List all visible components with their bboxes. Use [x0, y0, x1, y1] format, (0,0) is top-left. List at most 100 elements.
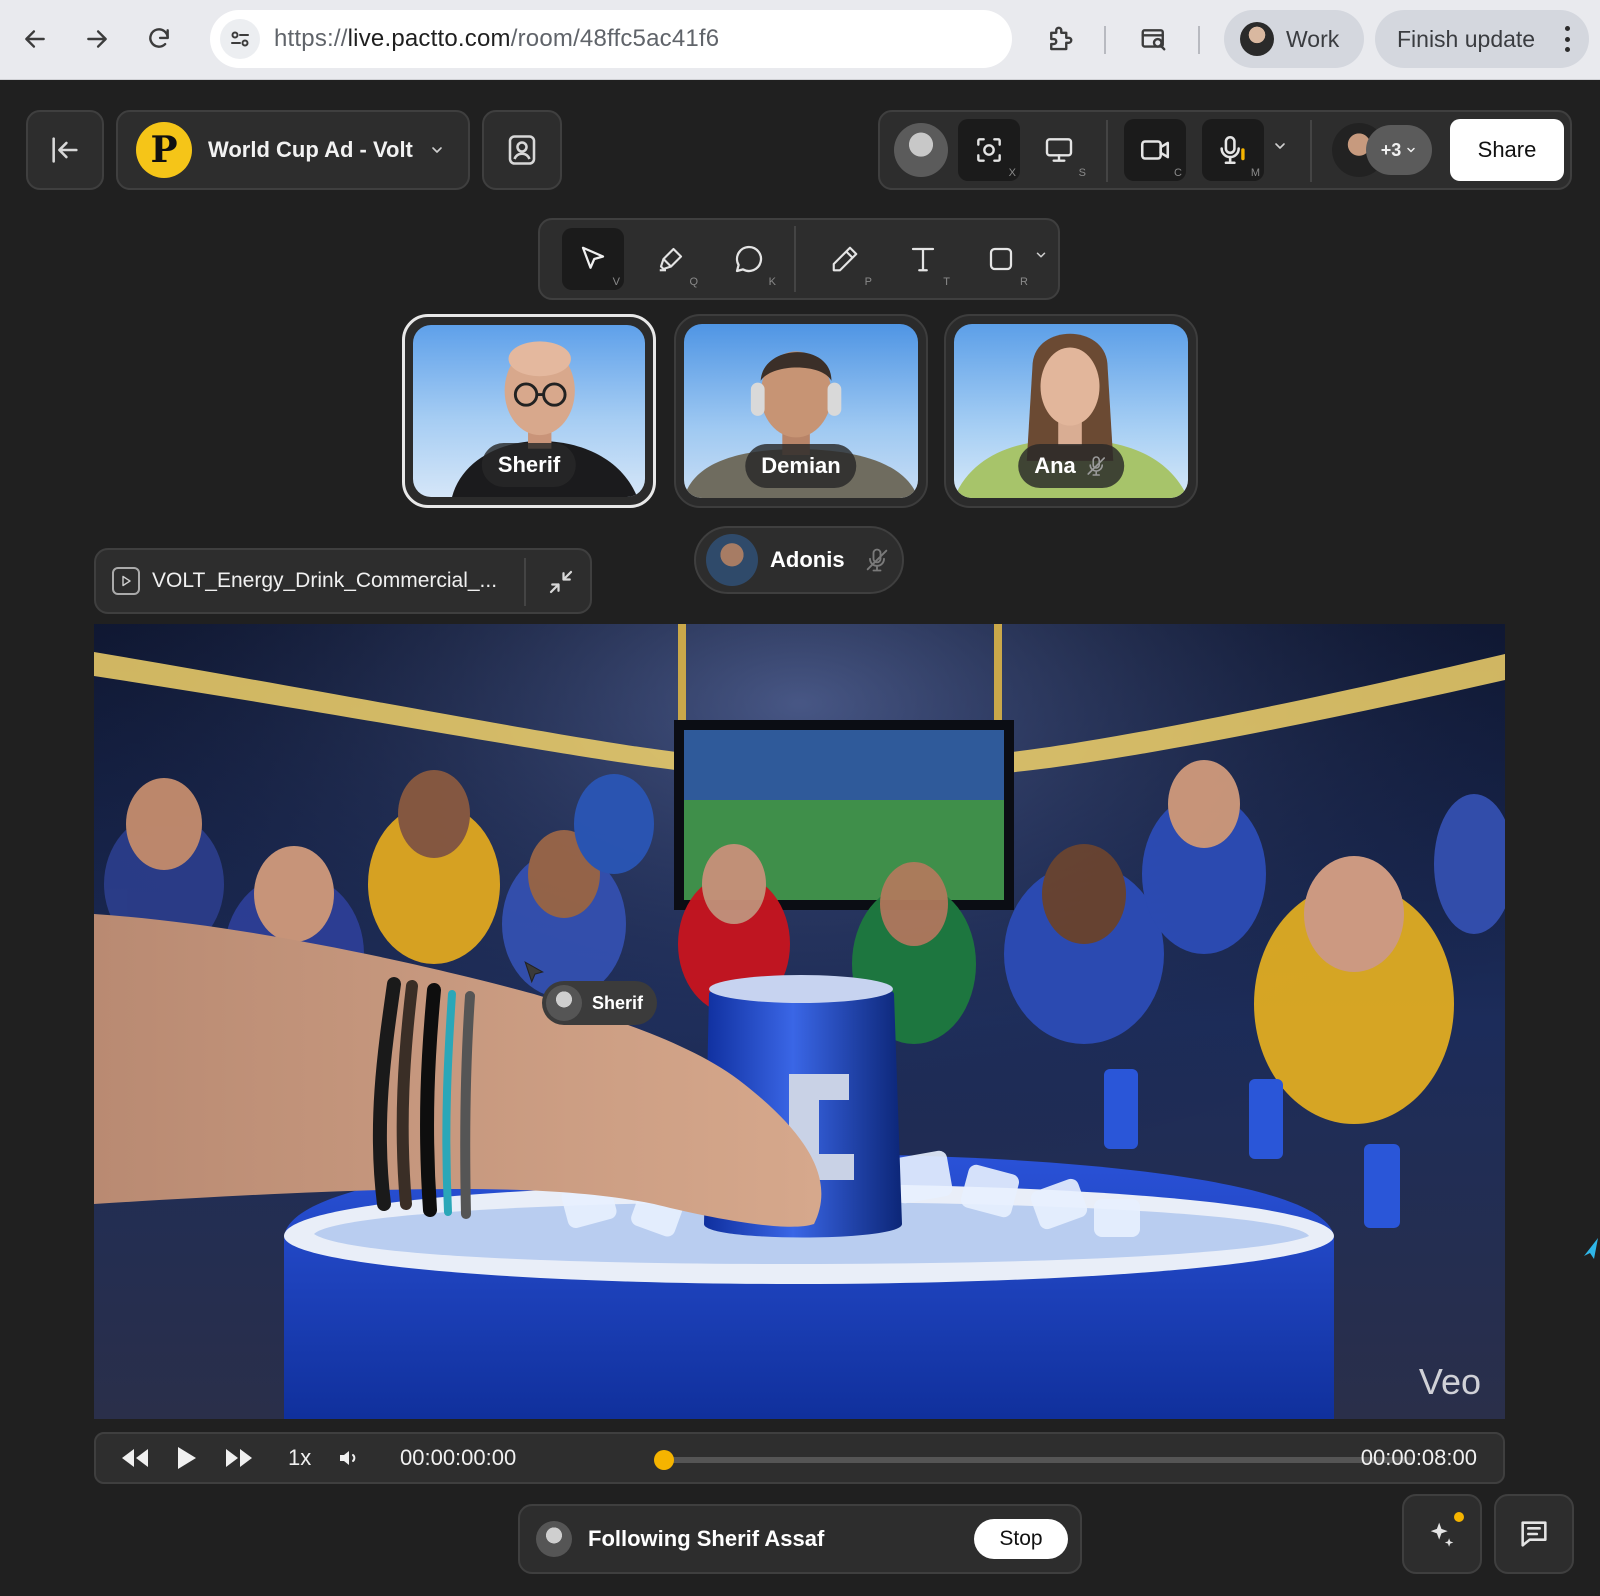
stop-following-button[interactable]: Stop — [974, 1519, 1068, 1559]
participant-video: Ana — [954, 324, 1188, 498]
highlighter-icon — [659, 247, 683, 272]
forward-button[interactable] — [76, 18, 118, 60]
seek-handle[interactable] — [654, 1450, 674, 1470]
rewind-icon — [122, 1449, 148, 1467]
site-settings-icon[interactable] — [220, 19, 260, 59]
participant-audio-chip[interactable]: Adonis — [694, 526, 904, 594]
self-avatar[interactable] — [894, 123, 948, 177]
chevron-down-icon — [1275, 143, 1285, 149]
cursor-avatar — [546, 985, 582, 1021]
shortcut-label: K — [768, 276, 776, 288]
chevron-down-icon — [1407, 147, 1416, 153]
share-label: Share — [1477, 137, 1537, 162]
room-selector[interactable]: P World Cup Ad - Volt — [116, 110, 470, 190]
chevron-down-icon — [1036, 252, 1046, 258]
shortcut-label: C — [1174, 167, 1182, 179]
notification-dot — [1454, 1512, 1464, 1522]
room-logo: P — [136, 122, 192, 178]
fast-forward-icon — [226, 1449, 252, 1467]
play-button[interactable] — [176, 1434, 198, 1482]
camera-button[interactable]: C — [1124, 119, 1186, 181]
share-button[interactable]: Share — [1450, 119, 1564, 181]
remote-cursor-label: Sherif — [542, 981, 658, 1025]
finish-update-label: Finish update — [1397, 25, 1536, 52]
shortcut-label: M — [1250, 167, 1260, 179]
duration-text: 00:00:08:00 — [1360, 1445, 1477, 1470]
comment-tool[interactable]: K — [718, 228, 780, 290]
participant-tile[interactable]: Ana — [944, 314, 1198, 508]
participant-tile[interactable]: Demian — [674, 314, 928, 508]
participant-name-chip: Demian — [745, 444, 857, 488]
capture-button[interactable]: X — [958, 119, 1020, 181]
divider — [794, 226, 796, 292]
finish-update-button[interactable]: Finish update — [1375, 10, 1589, 68]
microphone-icon — [1220, 135, 1245, 165]
rewind-button[interactable] — [120, 1434, 150, 1482]
video-player[interactable]: Sherif Veo — [94, 624, 1505, 1419]
annotation-toolbar: V Q K P T R — [538, 218, 1060, 300]
more-participants-count: +3 — [1380, 139, 1402, 160]
back-button[interactable] — [14, 18, 56, 60]
forward-arrow-icon — [87, 30, 107, 48]
collapse-button[interactable] — [536, 558, 586, 606]
speech-bubble-icon — [735, 245, 763, 273]
pointer-icon — [581, 246, 605, 269]
puzzle-icon — [1050, 26, 1073, 51]
current-time-text: 00:00:00:00 — [400, 1445, 517, 1470]
leave-room-button[interactable] — [26, 110, 104, 190]
seek-bar[interactable] — [654, 1450, 1414, 1470]
address-bar[interactable]: https://live.pactto.com/room/48ffc5ac41f… — [210, 10, 1012, 68]
text-icon — [911, 247, 935, 272]
shortcut-label: T — [943, 276, 950, 288]
shape-menu-button[interactable] — [1034, 248, 1048, 267]
url-domain: live.pactto.com — [347, 25, 511, 52]
participant-name: Sherif — [497, 452, 561, 477]
device-menu-button[interactable] — [1272, 138, 1288, 159]
monitor-icon — [1045, 138, 1073, 162]
speaker-icon — [340, 1451, 356, 1465]
shortcut-label: P — [864, 276, 872, 288]
playback-speed-button[interactable]: 1x — [288, 1434, 311, 1482]
participant-video: Sherif — [413, 325, 645, 497]
shortcut-label: Q — [689, 276, 698, 288]
call-controls: X S C M +3 Share — [878, 110, 1572, 190]
square-icon — [989, 247, 1013, 271]
minimize-icon — [549, 570, 573, 594]
extensions-button[interactable] — [1040, 19, 1080, 59]
text-tool[interactable]: T — [892, 228, 954, 290]
media-file-name: VOLT_Energy_Drink_Commercial_... — [152, 569, 498, 592]
chevron-down-icon — [432, 147, 442, 153]
divider — [1106, 120, 1108, 182]
ai-assistant-button[interactable] — [1402, 1494, 1482, 1574]
playback-speed: 1x — [288, 1445, 312, 1470]
video-watermark: Veo — [1418, 1361, 1481, 1402]
reload-button[interactable] — [138, 18, 180, 60]
current-time: 00:00:00:00 — [400, 1434, 516, 1482]
participant-tile[interactable]: Sherif — [402, 314, 656, 508]
profile-button[interactable]: Work — [1224, 10, 1364, 68]
playback-controls: 1x 00:00:00:00 00:00:08:00 — [94, 1432, 1505, 1484]
select-tool[interactable]: V — [562, 228, 624, 290]
url-scheme: https:// — [274, 25, 348, 52]
share-screen-button[interactable]: S — [1028, 119, 1090, 181]
follow-bar: Following Sherif Assaf Stop — [518, 1504, 1082, 1574]
mic-off-icon — [1084, 454, 1108, 478]
rectangle-tool[interactable]: R — [970, 228, 1032, 290]
contact-card-button[interactable] — [482, 110, 562, 190]
more-participants-button[interactable]: +3 — [1366, 125, 1432, 175]
kebab-menu-icon — [1565, 26, 1571, 52]
participant-avatar — [706, 534, 758, 586]
shortcut-label: R — [1020, 276, 1028, 288]
pencil-tool[interactable]: P — [814, 228, 876, 290]
chat-icon — [1521, 1521, 1547, 1547]
reload-icon — [149, 28, 169, 48]
participant-name-chip: Sherif — [481, 443, 577, 487]
chat-button[interactable] — [1494, 1494, 1574, 1574]
volume-button[interactable] — [336, 1434, 362, 1482]
profile-avatar — [1240, 22, 1274, 56]
url-path: /room/48ffc5ac41f6 — [510, 25, 720, 52]
highlighter-tool[interactable]: Q — [640, 228, 702, 290]
fast-forward-button[interactable] — [224, 1434, 254, 1482]
tab-search-button[interactable] — [1134, 19, 1174, 59]
microphone-button[interactable]: M — [1202, 119, 1264, 181]
